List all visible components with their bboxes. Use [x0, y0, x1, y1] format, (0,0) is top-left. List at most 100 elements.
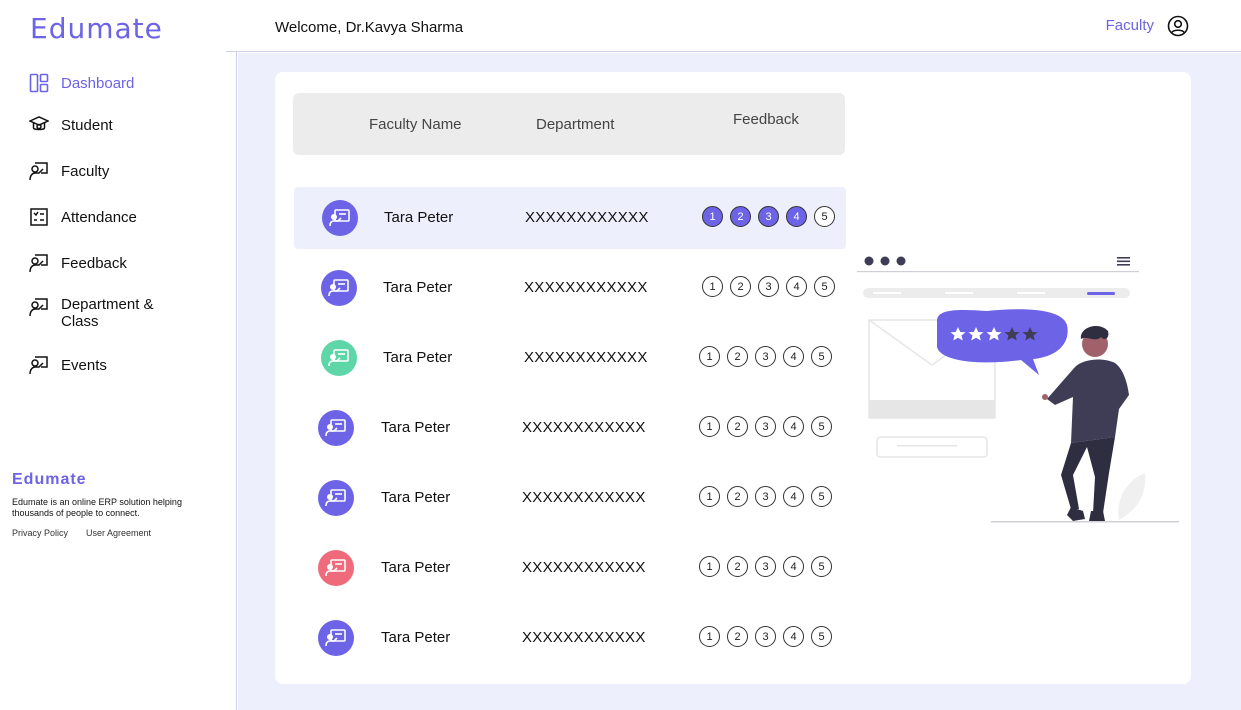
table-row[interactable]: Tara Peter XXXXXXXXXXXX 1 2 3 4 5 [294, 187, 846, 249]
sidebar-item-attendance[interactable]: Attendance [28, 204, 228, 230]
department-value: XXXXXXXXXXXX [524, 349, 648, 366]
sidebar-item-label: Department & Class [61, 296, 154, 330]
faculty-avatar [321, 340, 357, 376]
rating-option-4[interactable]: 4 [783, 346, 804, 367]
faculty-avatar [318, 550, 354, 586]
rating-option-2[interactable]: 2 [730, 276, 751, 297]
rating-option-3[interactable]: 3 [758, 206, 779, 227]
rating-option-3[interactable]: 3 [758, 276, 779, 297]
brand-logo[interactable]: Edumate [30, 12, 163, 45]
faculty-avatar [322, 200, 358, 236]
rating-option-2[interactable]: 2 [727, 346, 748, 367]
sidebar-item-label: Student [61, 116, 113, 134]
department-value: XXXXXXXXXXXX [522, 559, 646, 576]
rating-option-5[interactable]: 5 [814, 276, 835, 297]
table-row[interactable]: Tara Peter XXXXXXXXXXXX 1 2 3 4 5 [294, 607, 846, 669]
rating-option-4[interactable]: 4 [783, 416, 804, 437]
rating-option-4[interactable]: 4 [783, 556, 804, 577]
rating-option-4[interactable]: 4 [783, 486, 804, 507]
faculty-avatar [321, 270, 357, 306]
rating-option-3[interactable]: 3 [755, 486, 776, 507]
faculty-name: Tara Peter [384, 209, 454, 226]
sidebar-item-label: Events [61, 356, 107, 374]
rating-option-4[interactable]: 4 [783, 626, 804, 647]
teacher-icon [28, 296, 50, 318]
faculty-avatar [318, 620, 354, 656]
rating-option-3[interactable]: 3 [755, 416, 776, 437]
rating-group: 12345 [699, 486, 832, 507]
rating-option-5[interactable]: 5 [811, 486, 832, 507]
rating-option-2[interactable]: 2 [727, 556, 748, 577]
feedback-illustration [857, 256, 1179, 523]
header-department: Department [536, 116, 615, 133]
faculty-name: Tara Peter [383, 349, 453, 366]
presentation-icon [325, 629, 346, 647]
sidebar-item-faculty[interactable]: Faculty [28, 158, 228, 184]
rating-option-5[interactable]: 5 [811, 346, 832, 367]
main-area: Faculty Name Department Feedback Tara Pe… [238, 53, 1241, 710]
sidebar-item-events[interactable]: Events [28, 352, 228, 378]
faculty-name: Tara Peter [383, 279, 453, 296]
sidebar-item-department-class[interactable]: Department & Class [28, 296, 228, 332]
teacher-icon [28, 252, 50, 274]
rating-option-1[interactable]: 1 [699, 556, 720, 577]
rating-option-2[interactable]: 2 [727, 626, 748, 647]
user-agreement-link[interactable]: User Agreement [86, 528, 151, 538]
sidebar-item-label: Feedback [61, 254, 127, 272]
sidebar-item-dashboard[interactable]: Dashboard [28, 70, 228, 96]
user-circle-icon[interactable] [1167, 15, 1189, 37]
header-faculty-name: Faculty Name [369, 116, 462, 133]
rating-group: 12345 [702, 206, 835, 227]
presentation-icon [325, 489, 346, 507]
department-value: XXXXXXXXXXXX [522, 419, 646, 436]
sidebar-item-label: Dashboard [61, 74, 135, 92]
faculty-name: Tara Peter [381, 419, 451, 436]
teacher-icon [28, 354, 50, 376]
presentation-icon [325, 559, 346, 577]
table-row[interactable]: Tara Peter XXXXXXXXXXXX 1 2 3 4 5 [294, 257, 846, 319]
rating-option-4[interactable]: 4 [786, 276, 807, 297]
rating-option-5[interactable]: 5 [811, 556, 832, 577]
table-row[interactable]: Tara Peter XXXXXXXXXXXX 1 2 3 4 5 [294, 467, 846, 529]
graduation-cap-icon [28, 114, 50, 136]
department-value: XXXXXXXXXXXX [522, 629, 646, 646]
presentation-icon [328, 349, 349, 367]
table-header: Faculty Name Department Feedback [293, 93, 845, 155]
presentation-icon [329, 209, 350, 227]
rating-option-2[interactable]: 2 [727, 486, 748, 507]
rating-option-1[interactable]: 1 [699, 416, 720, 437]
topbar: Welcome, Dr.Kavya Sharma Faculty [226, 0, 1241, 52]
faculty-avatar [318, 410, 354, 446]
table-row[interactable]: Tara Peter XXXXXXXXXXXX 1 2 3 4 5 [294, 327, 846, 389]
rating-option-1[interactable]: 1 [699, 486, 720, 507]
welcome-message: Welcome, Dr.Kavya Sharma [275, 19, 464, 36]
rating-group: 12345 [699, 416, 832, 437]
sidebar-item-student[interactable]: Student [28, 112, 228, 138]
rating-option-2[interactable]: 2 [727, 416, 748, 437]
feedback-card: Faculty Name Department Feedback Tara Pe… [275, 72, 1191, 684]
rating-option-3[interactable]: 3 [755, 346, 776, 367]
rating-option-5[interactable]: 5 [811, 626, 832, 647]
role-label[interactable]: Faculty [1106, 17, 1154, 34]
table-row[interactable]: Tara Peter XXXXXXXXXXXX 1 2 3 4 5 [294, 537, 846, 599]
footer-brand: Edumate [12, 471, 87, 488]
sidebar-item-feedback[interactable]: Feedback [28, 250, 228, 276]
rating-option-1[interactable]: 1 [702, 206, 723, 227]
rating-option-5[interactable]: 5 [811, 416, 832, 437]
rating-option-3[interactable]: 3 [755, 626, 776, 647]
faculty-avatar [318, 480, 354, 516]
rating-option-5[interactable]: 5 [814, 206, 835, 227]
teacher-icon [28, 160, 50, 182]
table-row[interactable]: Tara Peter XXXXXXXXXXXX 1 2 3 4 5 [294, 397, 846, 459]
footer-description: Edumate is an online ERP solution helpin… [12, 497, 182, 518]
rating-option-1[interactable]: 1 [702, 276, 723, 297]
rating-option-2[interactable]: 2 [730, 206, 751, 227]
sidebar: Edumate Dashboard Student Faculty Attend… [0, 0, 237, 710]
faculty-name: Tara Peter [381, 629, 451, 646]
rating-option-4[interactable]: 4 [786, 206, 807, 227]
rating-option-1[interactable]: 1 [699, 626, 720, 647]
rating-option-3[interactable]: 3 [755, 556, 776, 577]
privacy-policy-link[interactable]: Privacy Policy [12, 528, 68, 538]
checklist-icon [28, 206, 50, 228]
rating-option-1[interactable]: 1 [699, 346, 720, 367]
